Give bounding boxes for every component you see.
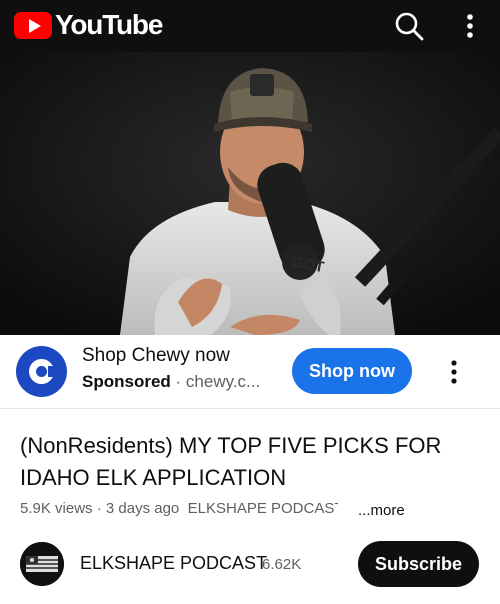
video-frame-image: GOT — [0, 52, 500, 335]
more-vert-icon[interactable] — [458, 10, 482, 42]
subscribe-button[interactable]: Subscribe — [358, 541, 479, 587]
ad-title: Shop Chewy now — [82, 345, 230, 366]
upload-age: 3 days ago — [105, 500, 180, 517]
chewy-logo-cut — [48, 366, 60, 377]
youtube-play-icon — [14, 11, 52, 39]
ad-subtitle: Sponsored · chewy.c... — [82, 372, 260, 392]
youtube-logo-text: YouTube — [55, 9, 163, 40]
video-title[interactable]: (NonResidents) MY TOP FIVE PICKS FOR IDA… — [20, 430, 480, 494]
ad-divider — [0, 408, 500, 409]
subscriber-count: 6.62K — [262, 556, 302, 573]
sponsored-label: Sponsored — [82, 372, 171, 391]
sponsored-ad-banner[interactable]: Shop Chewy now Sponsored · chewy.c... Sh… — [0, 335, 500, 409]
search-icon[interactable] — [393, 10, 425, 42]
ad-domain: chewy.c... — [185, 372, 261, 391]
channel-avatar[interactable] — [20, 542, 64, 586]
chewy-logo-icon — [16, 346, 67, 397]
more-description-link[interactable]: ...more — [358, 502, 405, 519]
view-count: 5.9K views — [20, 500, 93, 517]
meta-dot: · — [92, 500, 106, 517]
ad-more-options-icon[interactable] — [442, 357, 466, 387]
channel-name[interactable]: ELKSHAPE PODCAST — [80, 553, 267, 574]
video-metadata[interactable]: 5.9K views · 3 days ago ELKSHAPE PODCAST — [20, 500, 338, 517]
ad-separator: · — [170, 372, 186, 391]
youtube-logo[interactable]: YouTube — [14, 9, 163, 41]
shop-now-button[interactable]: Shop now — [292, 348, 412, 394]
video-player[interactable]: GOT — [0, 52, 500, 335]
flag-avatar-icon — [20, 542, 64, 586]
top-app-bar: YouTube — [0, 0, 500, 52]
meta-channel-name: ELKSHAPE PODCAST — [187, 500, 338, 517]
